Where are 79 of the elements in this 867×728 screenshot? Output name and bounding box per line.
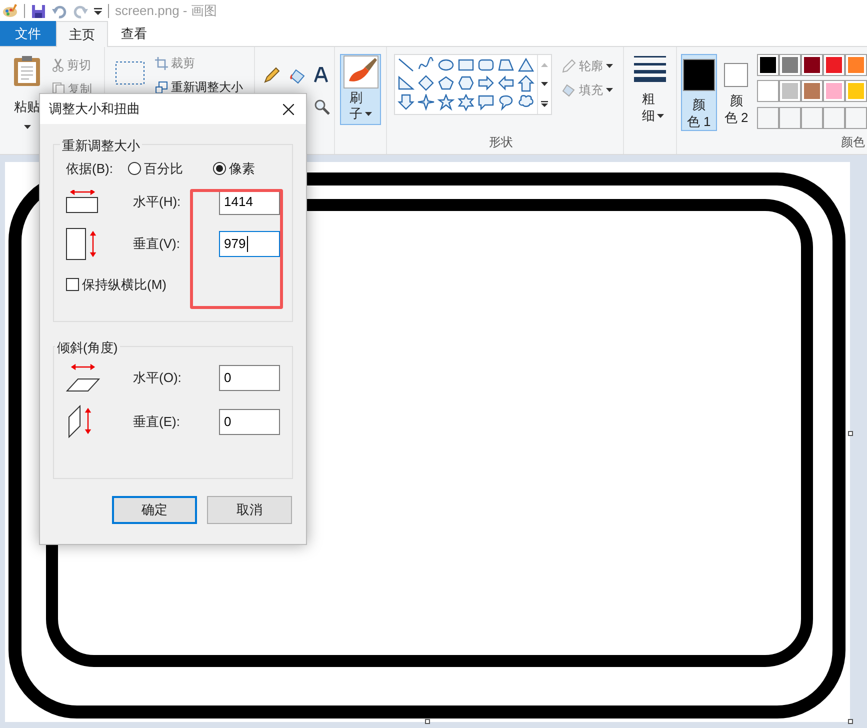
- color-swatch[interactable]: [823, 80, 845, 102]
- color-swatch[interactable]: [779, 54, 801, 76]
- color-swatch[interactable]: [845, 54, 867, 76]
- expand-gallery-icon[interactable]: [541, 100, 548, 106]
- field-label: 水平(H):: [133, 192, 182, 211]
- color-swatch[interactable]: [823, 54, 845, 76]
- customize-menu-icon[interactable]: [94, 7, 102, 15]
- keep-ratio-checkbox[interactable]: 保持纵横比(M): [66, 274, 166, 294]
- resize-handle[interactable]: [425, 719, 430, 724]
- cancel-button[interactable]: 取消: [207, 496, 292, 524]
- magnifier-icon[interactable]: [314, 99, 330, 115]
- color-swatch[interactable]: [801, 54, 823, 76]
- line-width-icon: [634, 55, 666, 82]
- undo-icon[interactable]: [52, 4, 67, 18]
- group-legend: 倾斜(角度): [55, 338, 120, 358]
- down-arrow-icon[interactable]: [397, 94, 415, 112]
- resize-handle[interactable]: [848, 719, 853, 724]
- empty-color-slot[interactable]: [801, 106, 823, 129]
- color-swatch[interactable]: [779, 80, 801, 102]
- group-label: 形状: [488, 134, 514, 151]
- file-menu-tab[interactable]: 文件: [0, 21, 56, 46]
- number-field[interactable]: 0: [219, 365, 280, 391]
- pencil-icon: [562, 59, 576, 73]
- color-slot-button[interactable]: 颜色 2: [718, 54, 754, 131]
- fill-bucket-icon: [562, 83, 576, 97]
- caret-icon: [24, 124, 30, 128]
- vertical-resize-icon: [66, 228, 99, 260]
- scissors-icon: [52, 58, 64, 72]
- caret-icon: [657, 114, 664, 118]
- color-swatch[interactable]: [845, 80, 867, 102]
- resize-handle[interactable]: [848, 431, 853, 436]
- empty-color-slot[interactable]: [845, 106, 867, 129]
- save-icon[interactable]: [31, 4, 46, 18]
- select-icon[interactable]: [115, 61, 145, 85]
- field-label: 垂直(V):: [133, 235, 181, 254]
- close-icon: [282, 104, 294, 114]
- oval-callout-icon[interactable]: [497, 94, 515, 112]
- field-label: 水平(O):: [133, 369, 182, 388]
- clipboard-icon: [13, 55, 41, 87]
- color-slot-button[interactable]: 颜色 1: [681, 54, 716, 131]
- paste-button[interactable]: 粘贴: [6, 53, 48, 154]
- five-point-star-icon[interactable]: [437, 94, 455, 112]
- caret-icon: [541, 82, 548, 86]
- color-swatch[interactable]: [801, 80, 823, 102]
- empty-color-slot[interactable]: [823, 106, 845, 129]
- six-point-star-icon[interactable]: [457, 94, 475, 112]
- number-field[interactable]: 0: [219, 409, 280, 435]
- window-title: screen.png - 画图: [115, 2, 217, 20]
- horizontal-resize-icon: [66, 190, 99, 214]
- number-field[interactable]: 979: [219, 231, 280, 257]
- empty-color-slot[interactable]: [757, 106, 779, 129]
- resize-button[interactable]: 重新调整大小: [155, 78, 243, 96]
- diamond-icon[interactable]: [417, 75, 435, 94]
- caret-icon: [606, 64, 613, 68]
- caret-icon: [606, 88, 613, 92]
- color-swatch[interactable]: [757, 54, 779, 76]
- horizontal-skew-icon: [66, 363, 100, 393]
- caret-icon: [364, 112, 372, 116]
- pencil-icon[interactable]: [263, 67, 280, 84]
- up-arrow-icon[interactable]: [517, 75, 535, 94]
- size-button[interactable]: 粗细: [630, 55, 670, 154]
- group-label: 颜色: [840, 134, 866, 151]
- field-label: 依据(B):: [66, 160, 114, 178]
- unit-radio[interactable]: 百分比: [128, 159, 213, 178]
- brush-icon: [342, 55, 378, 89]
- ribbon-tab[interactable]: 主页: [56, 21, 108, 47]
- dialog-title: 调整大小和扭曲: [49, 100, 140, 118]
- field-label: 垂直(E):: [133, 413, 181, 432]
- unit-radio[interactable]: 像素: [213, 159, 255, 178]
- four-point-star-icon[interactable]: [417, 94, 435, 112]
- fill-bucket-icon[interactable]: [288, 67, 307, 85]
- rectangular-callout-icon[interactable]: [477, 94, 495, 112]
- ribbon-tab[interactable]: 查看: [108, 21, 160, 46]
- ok-button[interactable]: 确定: [112, 496, 197, 524]
- color-swatch[interactable]: [757, 80, 779, 102]
- empty-color-slot[interactable]: [779, 106, 801, 129]
- brushes-button[interactable]: 刷子: [340, 54, 381, 125]
- crop-icon: [155, 56, 168, 70]
- paint-palette-icon[interactable]: [2, 3, 18, 19]
